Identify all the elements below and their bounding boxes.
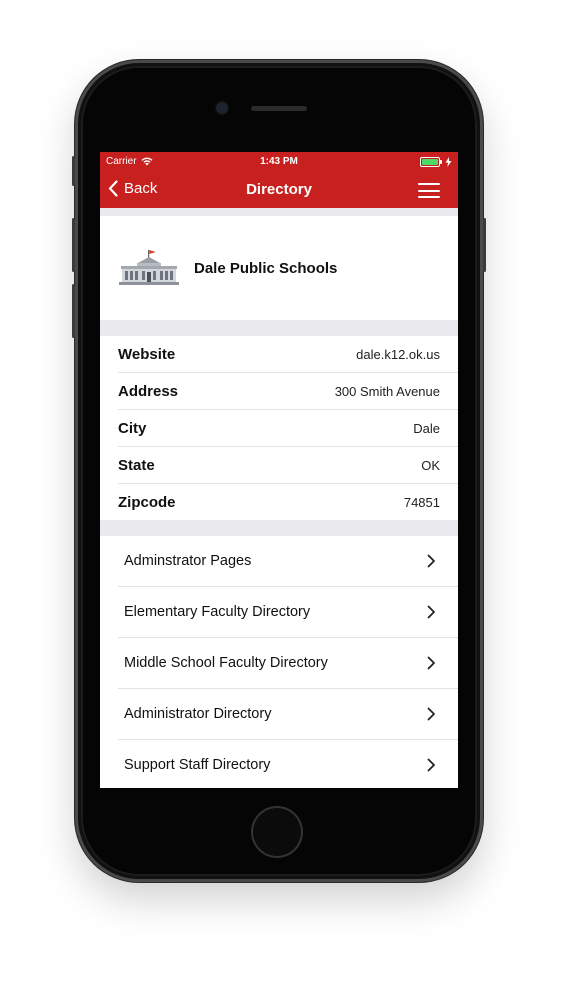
volume-down-button bbox=[72, 284, 75, 338]
info-row-address[interactable]: Address 300 Smith Avenue bbox=[118, 373, 458, 410]
section-divider bbox=[100, 320, 458, 336]
info-value: Dale bbox=[413, 420, 440, 436]
info-row-website[interactable]: Website dale.k12.ok.us bbox=[118, 336, 458, 373]
link-label: Middle School Faculty Directory bbox=[124, 655, 328, 671]
info-label: State bbox=[118, 456, 155, 474]
info-label: City bbox=[118, 419, 147, 437]
link-administrator-directory[interactable]: Administrator Directory bbox=[118, 689, 458, 740]
link-label: Adminstrator Pages bbox=[124, 553, 252, 569]
info-value: 74851 bbox=[403, 494, 440, 510]
app-screen: Carrier 1:43 PM Back Directory Dale Publ… bbox=[100, 152, 458, 788]
link-label: Administrator Directory bbox=[124, 706, 272, 722]
link-elementary-faculty-directory[interactable]: Elementary Faculty Directory bbox=[118, 587, 458, 638]
info-value: 300 Smith Avenue bbox=[334, 383, 440, 399]
battery-icon bbox=[420, 157, 442, 167]
battery-group bbox=[420, 157, 452, 167]
chevron-right-icon bbox=[427, 758, 435, 772]
link-label: Support Staff Directory bbox=[124, 757, 271, 773]
info-label: Address bbox=[118, 382, 179, 400]
directory-links-list: Adminstrator Pages Elementary Faculty Di… bbox=[100, 536, 458, 788]
page-title: Directory bbox=[246, 181, 312, 198]
chevron-right-icon bbox=[427, 656, 435, 670]
info-row-city: City Dale bbox=[118, 410, 458, 447]
info-label: Zipcode bbox=[118, 493, 176, 511]
navigation-bar: Back Directory bbox=[100, 172, 458, 208]
status-time: 1:43 PM bbox=[260, 156, 298, 167]
school-header: Dale Public Schools bbox=[100, 216, 458, 320]
section-divider bbox=[100, 520, 458, 536]
status-bar: Carrier 1:43 PM bbox=[100, 152, 458, 172]
school-name: Dale Public Schools bbox=[194, 259, 338, 277]
link-middle-school-faculty-directory[interactable]: Middle School Faculty Directory bbox=[118, 638, 458, 689]
school-building-icon bbox=[119, 250, 179, 285]
info-value: dale.k12.ok.us bbox=[356, 346, 440, 362]
link-adminstrator-pages[interactable]: Adminstrator Pages bbox=[118, 536, 458, 587]
link-label: Elementary Faculty Directory bbox=[124, 604, 311, 620]
info-list: Website dale.k12.ok.us Address 300 Smith… bbox=[100, 336, 458, 520]
chevron-right-icon bbox=[427, 707, 435, 721]
charging-bolt-icon bbox=[445, 157, 452, 167]
chevron-right-icon bbox=[427, 605, 435, 619]
info-row-zipcode: Zipcode 74851 bbox=[118, 484, 458, 520]
chevron-right-icon bbox=[427, 554, 435, 568]
info-label: Website bbox=[118, 345, 176, 363]
home-button[interactable] bbox=[251, 806, 303, 858]
front-camera bbox=[216, 102, 228, 114]
info-value: OK bbox=[421, 457, 440, 473]
hamburger-menu-icon[interactable] bbox=[418, 183, 440, 198]
mute-switch bbox=[72, 156, 75, 186]
info-row-state: State OK bbox=[118, 447, 458, 484]
link-support-staff-directory[interactable]: Support Staff Directory bbox=[118, 740, 458, 788]
header-spacer bbox=[100, 208, 458, 216]
power-button bbox=[483, 218, 486, 272]
phone-frame: Carrier 1:43 PM Back Directory Dale Publ… bbox=[72, 60, 486, 882]
volume-up-button bbox=[72, 218, 75, 272]
earpiece-speaker bbox=[251, 106, 307, 111]
